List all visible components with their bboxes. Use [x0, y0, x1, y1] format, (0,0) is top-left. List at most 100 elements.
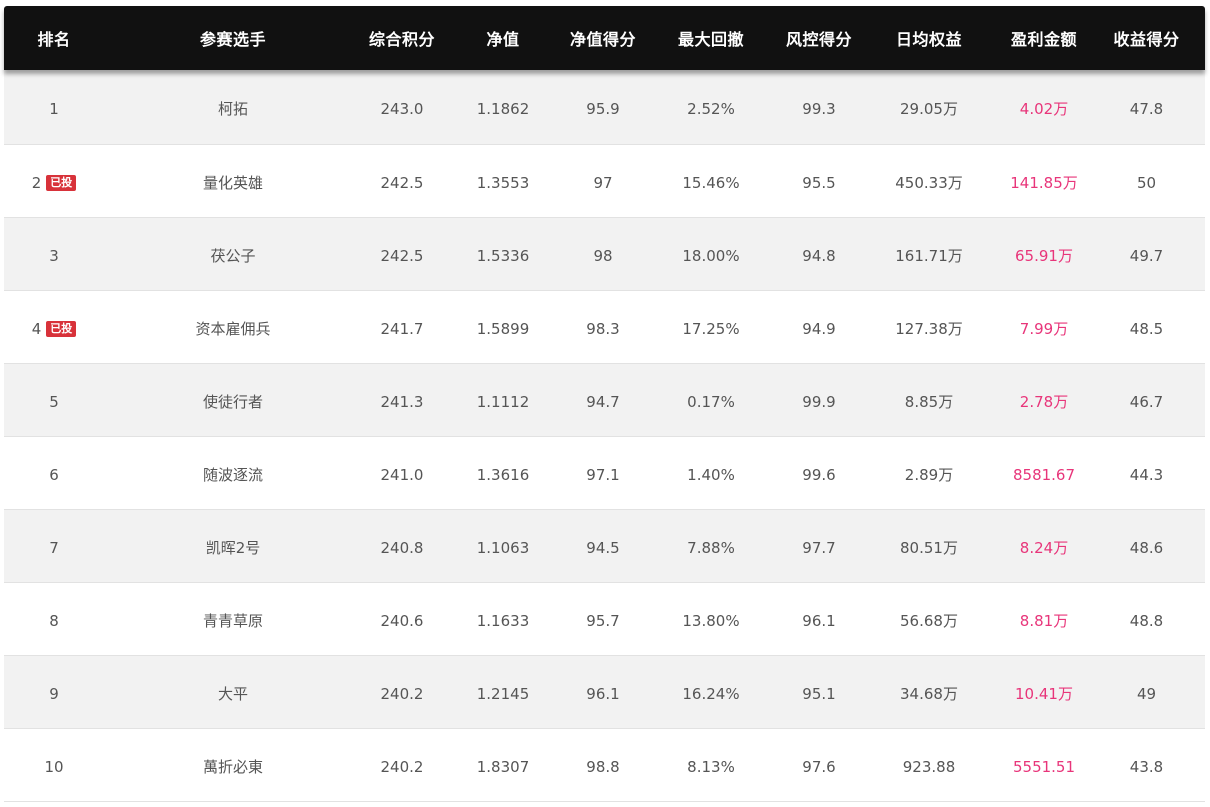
- cell-nav-text: 1.1063: [476, 538, 530, 557]
- cell-player-name: 萬折必東: [104, 729, 362, 801]
- table-row[interactable]: 5 使徒行者 241.3 1.1112 94.7 0.17% 99.9 8.85万 2.78万 4…: [4, 364, 1205, 437]
- cell-max-drawdown: 17.25%: [642, 291, 780, 363]
- cell-max-drawdown-text: 16.24%: [682, 684, 740, 703]
- cell-player-name-text: 资本雇佣兵: [195, 320, 271, 338]
- cell-player-name-text: 凯晖2号: [205, 539, 261, 557]
- cell-nav-score-text: 98.3: [586, 319, 620, 338]
- cell-avg-equity-text: 80.51万: [900, 539, 958, 557]
- cell-return-score-text: 48.8: [1129, 611, 1164, 630]
- cell-score: 241.7: [362, 291, 442, 363]
- cell-profit-text: 7.99万: [1019, 320, 1069, 338]
- table-row[interactable]: 6 随波逐流 241.0 1.3616 97.1 1.40% 99.6 2.89万 8581.6…: [4, 437, 1205, 510]
- header-risk-score[interactable]: 风控得分: [780, 6, 858, 70]
- cell-avg-equity: 80.51万: [858, 510, 1000, 582]
- cell-avg-equity: 34.68万: [858, 656, 1000, 728]
- header-player[interactable]: 参赛选手: [104, 6, 362, 70]
- cell-max-drawdown-text: 17.25%: [682, 319, 740, 338]
- cell-nav-text: 1.1633: [476, 611, 530, 630]
- cell-nav: 1.5336: [442, 218, 564, 290]
- cell-nav-text: 1.3616: [476, 465, 530, 484]
- cell-return-score: 47.8: [1088, 70, 1205, 144]
- table-row[interactable]: 8 青青草原 240.6 1.1633 95.7 13.80% 96.1 56.68万 8.81…: [4, 583, 1205, 656]
- cell-max-drawdown-text: 1.40%: [687, 465, 735, 484]
- cell-score-text: 240.2: [380, 684, 424, 703]
- cell-player-name: 随波逐流: [104, 437, 362, 509]
- cell-nav-score: 96.1: [564, 656, 642, 728]
- cell-rank-text: 5: [49, 392, 59, 411]
- cell-score-text: 240.8: [380, 538, 424, 557]
- cell-nav: 1.3616: [442, 437, 564, 509]
- cell-score: 241.3: [362, 364, 442, 436]
- header-rank[interactable]: 排名: [4, 6, 104, 70]
- table-row[interactable]: 3 茯公子 242.5 1.5336 98 18.00% 94.8 161.71万 65.91万…: [4, 218, 1205, 291]
- cell-score-text: 241.3: [380, 392, 424, 411]
- cell-player-name: 茯公子: [104, 218, 362, 290]
- cell-return-score: 48.5: [1088, 291, 1205, 363]
- cell-nav: 1.1112: [442, 364, 564, 436]
- header-nav[interactable]: 净值: [442, 6, 564, 70]
- table-row[interactable]: 1 柯拓 243.0 1.1862 95.9 2.52% 99.3 29.05万 4.02万 47…: [4, 70, 1205, 145]
- cell-max-drawdown: 18.00%: [642, 218, 780, 290]
- cell-score: 240.6: [362, 583, 442, 655]
- cell-nav-text: 1.1862: [476, 99, 530, 118]
- cell-nav-score: 97: [564, 145, 642, 217]
- cell-risk-score-text: 97.6: [802, 757, 836, 776]
- header-nav-score[interactable]: 净值得分: [564, 6, 642, 70]
- header-return-score[interactable]: 收益得分: [1088, 6, 1205, 70]
- cell-nav-text: 1.8307: [476, 757, 530, 776]
- cell-return-score-text: 48.6: [1129, 538, 1164, 557]
- cell-nav-text: 1.5899: [476, 319, 530, 338]
- cell-nav: 1.1063: [442, 510, 564, 582]
- cell-risk-score: 99.3: [780, 70, 858, 144]
- table-row[interactable]: 4 已投 资本雇佣兵 241.7 1.5899 98.3 17.25% 94.9 127.38万…: [4, 291, 1205, 364]
- cell-player-name: 资本雇佣兵: [104, 291, 362, 363]
- cell-score: 241.0: [362, 437, 442, 509]
- cell-nav-score-text: 96.1: [586, 684, 620, 703]
- header-score[interactable]: 综合积分: [362, 6, 442, 70]
- cell-avg-equity-text: 450.33万: [895, 174, 963, 192]
- cell-score-text: 240.6: [380, 611, 424, 630]
- cell-player-name-text: 茯公子: [210, 247, 256, 265]
- header-max-drawdown[interactable]: 最大回撤: [642, 6, 780, 70]
- cell-profit: 65.91万: [1000, 218, 1088, 290]
- cell-avg-equity: 923.88: [858, 729, 1000, 801]
- cell-return-score: 49: [1088, 656, 1205, 728]
- cell-nav-score: 97.1: [564, 437, 642, 509]
- table-row[interactable]: 10 萬折必東 240.2 1.8307 98.8 8.13% 97.6 923.88 5551…: [4, 729, 1205, 802]
- cell-rank-text: 3: [49, 246, 59, 265]
- cell-score: 242.5: [362, 218, 442, 290]
- cell-nav-text: 1.3553: [476, 173, 530, 192]
- table-row[interactable]: 2 已投 量化英雄 242.5 1.3553 97 15.46% 95.5 450.33万 141…: [4, 145, 1205, 218]
- cell-max-drawdown-text: 2.52%: [687, 99, 735, 118]
- cell-profit: 4.02万: [1000, 70, 1088, 144]
- cell-max-drawdown: 15.46%: [642, 145, 780, 217]
- cell-score-text: 243.0: [380, 99, 424, 118]
- header-profit[interactable]: 盈利金额: [1000, 6, 1088, 70]
- header-avg-equity[interactable]: 日均权益: [858, 6, 1000, 70]
- cell-avg-equity-text: 8.85万: [904, 393, 954, 411]
- cell-rank-text: 9: [49, 684, 59, 703]
- table-row[interactable]: 9 大平 240.2 1.2145 96.1 16.24% 95.1 34.68万 10.41万…: [4, 656, 1205, 729]
- cell-score: 240.2: [362, 729, 442, 801]
- cell-rank-text: 7: [49, 538, 59, 557]
- cell-avg-equity-text: 56.68万: [900, 612, 958, 630]
- cell-risk-score: 97.7: [780, 510, 858, 582]
- cell-player-name-text: 萬折必東: [202, 758, 263, 776]
- cell-score: 243.0: [362, 70, 442, 144]
- cell-max-drawdown-text: 15.46%: [682, 173, 740, 192]
- cell-nav: 1.1862: [442, 70, 564, 144]
- cell-profit-text: 8581.67: [1012, 465, 1076, 484]
- table-row[interactable]: 7 凯晖2号 240.8 1.1063 94.5 7.88% 97.7 80.51万 8.24万…: [4, 510, 1205, 583]
- cell-nav: 1.8307: [442, 729, 564, 801]
- cell-score-text: 240.2: [380, 757, 424, 776]
- cell-risk-score-text: 97.7: [802, 538, 836, 557]
- cell-return-score-text: 43.8: [1129, 757, 1164, 776]
- cell-avg-equity: 29.05万: [858, 70, 1000, 144]
- cell-max-drawdown-text: 13.80%: [682, 611, 740, 630]
- cell-max-drawdown-text: 18.00%: [682, 246, 740, 265]
- cell-profit: 5551.51: [1000, 729, 1088, 801]
- cell-return-score: 44.3: [1088, 437, 1205, 509]
- cell-rank-text: 8: [49, 611, 59, 630]
- cell-risk-score-text: 94.8: [802, 246, 836, 265]
- cell-profit: 8.24万: [1000, 510, 1088, 582]
